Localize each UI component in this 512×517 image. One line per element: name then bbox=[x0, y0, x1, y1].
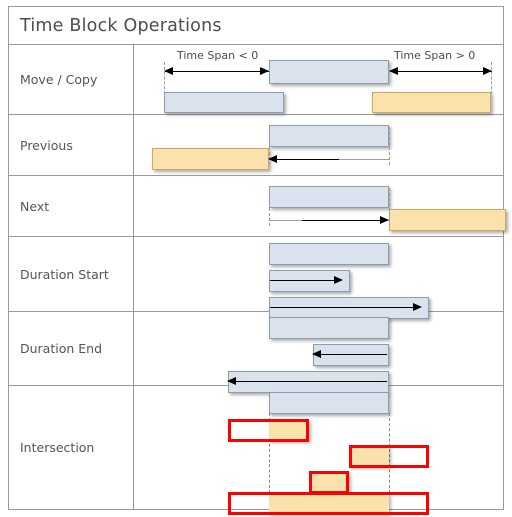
duration-start-grow-arrow-line bbox=[270, 307, 413, 308]
arrow-head-duration-start-grow bbox=[413, 303, 422, 311]
time-block-operations-table: Time Block Operations Move / Copy Time S… bbox=[8, 6, 506, 515]
row-label-intersection: Intersection bbox=[9, 386, 134, 509]
label-time-span-positive: Time Span > 0 bbox=[394, 49, 476, 62]
arrow-head-right-positive bbox=[483, 67, 492, 75]
intersection-candidate-1[interactable] bbox=[228, 419, 309, 442]
row-label-text: Next bbox=[20, 198, 50, 214]
intersection-candidate-3[interactable] bbox=[309, 471, 349, 494]
row-canvas-duration-start bbox=[134, 237, 503, 319]
time-span-positive-arrow-line bbox=[390, 71, 492, 72]
arrow-head-previous bbox=[268, 155, 277, 163]
intersection-candidate-2[interactable] bbox=[349, 445, 429, 468]
result-block-previous[interactable] bbox=[152, 148, 269, 170]
diagram-title-text: Time Block Operations bbox=[20, 15, 222, 36]
row-canvas-move-copy: Time Span < 0 Time Span > 0 bbox=[134, 45, 503, 114]
row-label-duration-end: Duration End bbox=[9, 312, 134, 385]
shrunk-block-duration-end[interactable] bbox=[313, 344, 389, 366]
guide-line-block-end bbox=[389, 127, 390, 165]
table-row-next: Next bbox=[9, 176, 506, 237]
diagram-title: Time Block Operations bbox=[9, 7, 503, 45]
intersection-candidate-4[interactable] bbox=[228, 492, 429, 515]
row-label-previous: Previous bbox=[9, 115, 134, 175]
reference-block-next[interactable] bbox=[269, 186, 389, 208]
result-block-next[interactable] bbox=[389, 209, 506, 231]
row-label-text: Duration End bbox=[20, 341, 103, 356]
duration-end-grow-arrow-line bbox=[235, 381, 387, 382]
table-row-previous: Previous bbox=[9, 115, 503, 176]
arrow-head-next bbox=[380, 216, 389, 224]
row-canvas-previous bbox=[134, 115, 503, 175]
guide-line-block-end bbox=[389, 188, 390, 226]
table-row-duration-start: Duration Start bbox=[9, 237, 503, 319]
time-span-negative-arrow-line bbox=[165, 71, 269, 72]
row-label-duration-start: Duration Start bbox=[9, 237, 134, 311]
reference-block-duration-start[interactable] bbox=[269, 243, 389, 265]
arrow-head-duration-start-shrink bbox=[334, 276, 343, 284]
row-label-next: Next bbox=[9, 176, 134, 236]
row-canvas-duration-end bbox=[134, 312, 503, 393]
arrow-head-duration-end-grow bbox=[227, 377, 236, 385]
table-row-duration-end: Duration End bbox=[9, 312, 503, 393]
moved-block-after[interactable] bbox=[372, 92, 491, 113]
reference-block-move-copy[interactable] bbox=[269, 60, 389, 84]
row-label-move-copy: Move / Copy bbox=[9, 45, 134, 114]
reference-block-duration-end[interactable] bbox=[269, 317, 389, 339]
previous-arrow-line bbox=[276, 159, 339, 160]
row-label-text: Duration Start bbox=[20, 266, 109, 282]
next-arrow-line bbox=[302, 220, 380, 221]
arrow-head-left-negative bbox=[164, 67, 173, 75]
row-label-text: Intersection bbox=[20, 440, 95, 455]
row-label-text: Move / Copy bbox=[20, 72, 98, 87]
row-canvas-next bbox=[134, 176, 506, 236]
arrow-head-right-negative bbox=[260, 67, 269, 75]
row-label-text: Previous bbox=[20, 137, 73, 153]
duration-end-shrink-arrow-line bbox=[320, 354, 387, 355]
table-row-intersection: Intersection bbox=[9, 386, 503, 515]
diagram-root: Time Block Operations Move / Copy Time S… bbox=[0, 0, 512, 517]
duration-start-shrink-arrow-line bbox=[270, 280, 334, 281]
label-time-span-negative: Time Span < 0 bbox=[177, 49, 259, 62]
reference-block-previous[interactable] bbox=[269, 125, 389, 147]
arrow-head-left-positive bbox=[389, 67, 398, 75]
arrow-head-duration-end-shrink bbox=[312, 350, 321, 358]
moved-block-before[interactable] bbox=[164, 92, 284, 113]
row-canvas-intersection bbox=[134, 386, 503, 515]
reference-block-intersection[interactable] bbox=[269, 392, 389, 414]
table-row-move-copy: Move / Copy Time Span < 0 Time Span > 0 bbox=[9, 45, 503, 115]
